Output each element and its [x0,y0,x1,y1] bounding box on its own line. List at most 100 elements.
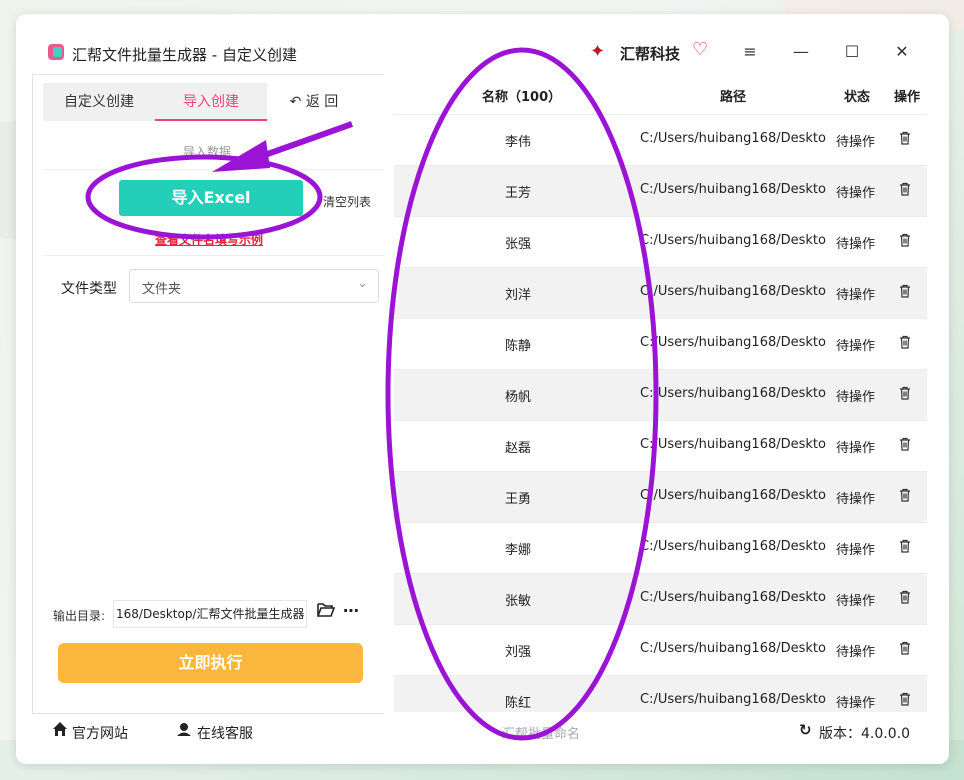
table-row[interactable]: 刘强 C:/Users/huibang168/Desktop/待操作 [394,624,927,675]
row-status: 待操作 [836,339,876,354]
row-path: C:/Users/huibang168/Desktop/ [640,488,826,503]
row-status: 待操作 [836,288,876,303]
tab-custom-create[interactable]: 自定义创建 [43,83,155,121]
more-options-icon[interactable]: ⋯ [343,601,359,620]
row-path: C:/Users/huibang168/Desktop/ [640,182,826,197]
row-path: C:/Users/huibang168/Desktop/ [640,641,826,656]
row-path: C:/Users/huibang168/Desktop/ [640,539,826,554]
table-row[interactable]: 刘洋 C:/Users/huibang168/Desktop/待操作 [394,267,927,318]
file-type-label: 文件类型 [61,281,117,297]
row-status: 待操作 [836,237,876,252]
left-panel: 自定义创建 导入创建 ↶ 返 回 导入数据 导入Excel 清空列表 查看文件名… [32,74,384,714]
row-status: 待操作 [836,645,876,660]
row-path: C:/Users/huibang168/Desktop/ [640,131,826,146]
row-path: C:/Users/huibang168/Desktop/ [640,692,826,707]
output-dir-label: 输出目录: [53,609,106,623]
delete-icon[interactable] [899,590,911,604]
brand-logo-icon: ✦ [590,41,606,62]
header-action: 操作 [894,90,921,105]
row-name: 杨帆 [504,390,531,405]
row-name: 李娜 [504,543,531,558]
row-name: 王芳 [504,186,531,201]
row-status: 待操作 [836,186,876,201]
example-link[interactable]: 查看文件名填写示例 [155,231,263,248]
table-row[interactable]: 陈红 C:/Users/huibang168/Desktop/待操作 [394,675,927,712]
row-status: 待操作 [836,441,876,456]
clear-list-button[interactable]: 清空列表 [323,193,371,210]
row-path: C:/Users/huibang168/Desktop/ [640,437,826,452]
row-name: 赵磊 [504,441,531,456]
delete-icon[interactable] [899,233,911,247]
refresh-icon[interactable]: ↻ [799,721,812,739]
menu-icon[interactable]: ≡ [738,42,762,61]
table-row[interactable]: 李娜 C:/Users/huibang168/Desktop/待操作 [394,522,927,573]
back-button[interactable]: ↶ 返 回 [279,83,349,121]
window-title: 汇帮文件批量生成器 - 自定义创建 [72,46,297,64]
maximize-button[interactable]: ☐ [840,42,864,61]
divider [43,255,384,256]
table-row[interactable]: 赵磊 C:/Users/huibang168/Desktop/待操作 [394,420,927,471]
row-status: 待操作 [836,696,876,711]
row-status: 待操作 [836,543,876,558]
delete-icon[interactable] [899,182,911,196]
delete-icon[interactable] [899,641,911,655]
brand-name: 汇帮科技 [620,45,681,63]
table-row[interactable]: 王芳 C:/Users/huibang168/Desktop/待操作 [394,165,927,216]
row-name: 王勇 [504,492,531,507]
row-path: C:/Users/huibang168/Desktop/ [640,590,826,605]
minimize-button[interactable]: — [789,42,813,61]
heart-icon[interactable]: ♡ [692,39,708,60]
row-name: 张敏 [504,594,531,609]
header-path: 路径 [720,90,747,105]
delete-icon[interactable] [899,488,911,502]
row-name: 陈红 [504,696,531,711]
delete-icon[interactable] [899,692,911,706]
file-table: 名称（100） 路径 状态 操作 李伟 C:/Users/huibang168/D… [394,74,927,712]
tab-import-create[interactable]: 导入创建 [155,83,267,121]
row-path: C:/Users/huibang168/Desktop/ [640,284,826,299]
divider [43,169,384,170]
table-row[interactable]: 王勇 C:/Users/huibang168/Desktop/待操作 [394,471,927,522]
folder-open-icon[interactable] [317,603,335,617]
run-button[interactable]: 立即执行 [58,643,363,683]
chevron-down-icon: ⌄ [357,276,368,291]
app-logo-icon [48,44,64,60]
header-name: 名称（100） [482,90,562,105]
row-name: 张强 [504,237,531,252]
delete-icon[interactable] [899,386,911,400]
row-path: C:/Users/huibang168/Desktop/ [640,386,826,401]
row-status: 待操作 [836,594,876,609]
app-window: 汇帮文件批量生成器 - 自定义创建 ✦ 汇帮科技 ♡ ≡ — ☐ ✕ 自定义创建… [16,14,949,764]
footer-center-text: 汇帮批量命名 [502,727,581,742]
import-excel-button[interactable]: 导入Excel [119,180,303,216]
table-row[interactable]: 张敏 C:/Users/huibang168/Desktop/待操作 [394,573,927,624]
table-row[interactable]: 陈静 C:/Users/huibang168/Desktop/待操作 [394,318,927,369]
output-dir-field[interactable]: 168/Desktop/汇帮文件批量生成器 [113,600,307,628]
delete-icon[interactable] [899,131,911,145]
row-path: C:/Users/huibang168/Desktop/ [640,233,826,248]
delete-icon[interactable] [899,539,911,553]
delete-icon[interactable] [899,284,911,298]
footer-bar: 官方网站 在线客服 汇帮批量命名 ↻ 版本：4.0.0.0 [32,712,943,752]
section-label: 导入数据 [183,145,232,159]
online-support-link[interactable]: 在线客服 [197,723,253,743]
row-name: 陈静 [504,339,531,354]
customer-service-icon[interactable] [176,721,192,737]
home-icon[interactable] [52,721,68,737]
delete-icon[interactable] [899,335,911,349]
row-status: 待操作 [836,492,876,507]
row-path: C:/Users/huibang168/Desktop/ [640,335,826,350]
version-label: 版本：4.0.0.0 [819,726,910,742]
table-row[interactable]: 杨帆 C:/Users/huibang168/Desktop/待操作 [394,369,927,420]
table-row[interactable]: 李伟 C:/Users/huibang168/Desktop/待操作 [394,114,927,165]
close-button[interactable]: ✕ [890,42,914,61]
file-type-select[interactable]: 文件夹 ⌄ [129,269,379,303]
row-status: 待操作 [836,135,876,150]
row-name: 李伟 [504,135,531,150]
table-row[interactable]: 张强 C:/Users/huibang168/Desktop/待操作 [394,216,927,267]
row-status: 待操作 [836,390,876,405]
delete-icon[interactable] [899,437,911,451]
official-website-link[interactable]: 官方网站 [72,723,128,743]
row-name: 刘强 [504,645,531,660]
title-bar: 汇帮文件批量生成器 - 自定义创建 ✦ 汇帮科技 ♡ ≡ — ☐ ✕ [16,14,949,74]
